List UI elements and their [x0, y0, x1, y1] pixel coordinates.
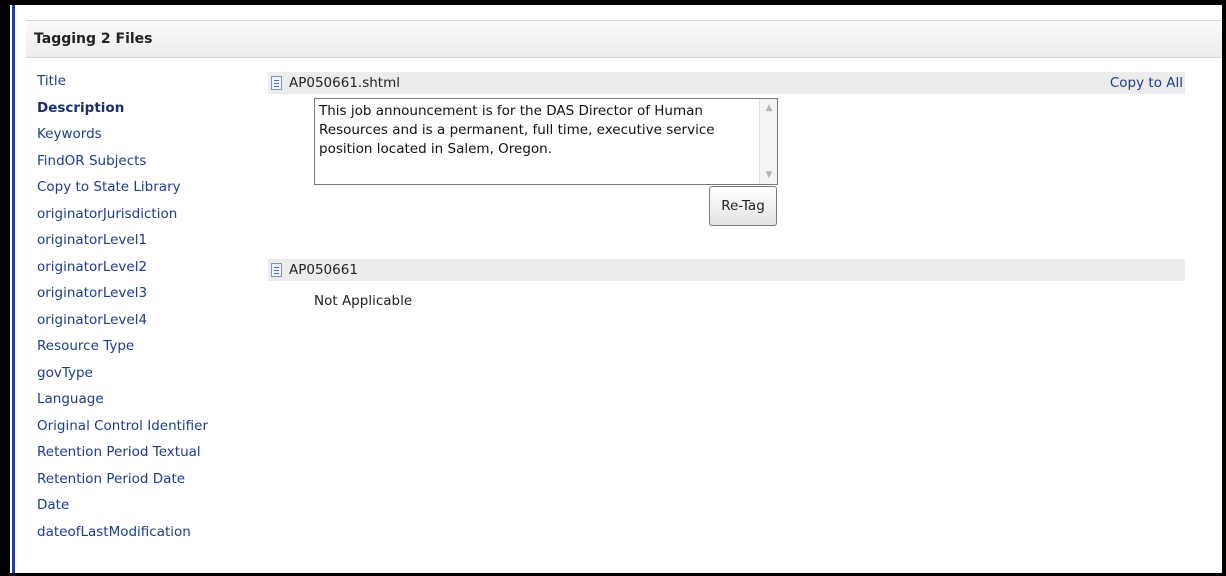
panel-title: Tagging 2 Files — [34, 31, 153, 47]
scroll-up-icon[interactable]: ▲ — [762, 101, 776, 115]
sidebar-item-retention-period-date[interactable]: Retention Period Date — [37, 466, 257, 493]
description-value[interactable]: This job announcement is for the DAS Dir… — [319, 102, 751, 159]
sidebar-item-retention-period-textual[interactable]: Retention Period Textual — [37, 439, 257, 466]
description-textarea[interactable]: This job announcement is for the DAS Dir… — [314, 98, 778, 185]
sidebar-item-originator-level1[interactable]: originatorLevel1 — [37, 227, 257, 254]
retag-button[interactable]: Re-Tag — [709, 186, 777, 226]
field-value-not-applicable: Not Applicable — [314, 293, 413, 309]
sidebar-item-findor-subjects[interactable]: FindOR Subjects — [37, 148, 257, 175]
sidebar-item-date[interactable]: Date — [37, 492, 257, 519]
sidebar-item-originator-jurisdiction[interactable]: originatorJurisdiction — [37, 201, 257, 228]
sidebar-item-copy-to-state-library[interactable]: Copy to State Library — [37, 174, 257, 201]
textarea-scrollbar[interactable]: ▲ ▼ — [759, 99, 777, 184]
sidebar-item-language[interactable]: Language — [37, 386, 257, 413]
sidebar-item-keywords[interactable]: Keywords — [37, 121, 257, 148]
sidebar-item-gov-type[interactable]: govType — [37, 360, 257, 387]
sidebar-item-originator-level3[interactable]: originatorLevel3 — [37, 280, 257, 307]
document-icon — [271, 263, 282, 277]
file-header-plain: AP050661 — [268, 259, 1185, 281]
file-header-shtml: AP050661.shtml Copy to All — [268, 72, 1185, 94]
copy-to-all-link[interactable]: Copy to All — [1110, 75, 1183, 91]
sidebar-item-title[interactable]: Title — [37, 68, 257, 95]
scroll-down-icon[interactable]: ▼ — [762, 168, 776, 182]
sidebar-item-original-control-identifier[interactable]: Original Control Identifier — [37, 413, 257, 440]
window-frame-right — [1222, 0, 1226, 576]
window-frame-left — [0, 0, 10, 576]
panel-header: Tagging 2 Files — [26, 20, 1222, 58]
sidebar-item-resource-type[interactable]: Resource Type — [37, 333, 257, 360]
sidebar-item-originator-level4[interactable]: originatorLevel4 — [37, 307, 257, 334]
document-icon — [271, 76, 282, 90]
sidebar-item-description[interactable]: Description — [37, 95, 257, 122]
accent-stripe — [12, 5, 15, 576]
sidebar-item-date-of-last-modification[interactable]: dateofLastModification — [37, 519, 257, 546]
window-frame-top — [0, 0, 1226, 5]
sidebar-item-originator-level2[interactable]: originatorLevel2 — [37, 254, 257, 281]
field-sidebar: Title Description Keywords FindOR Subjec… — [37, 68, 257, 545]
file-name: AP050661 — [289, 262, 358, 278]
file-name: AP050661.shtml — [289, 75, 400, 91]
